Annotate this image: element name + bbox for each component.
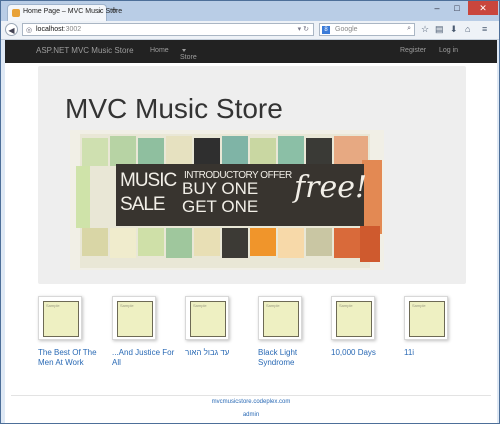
album-thumbnail[interactable]: Sample	[112, 296, 156, 340]
jumbotron: MVC Music Store MUSIC SALE INTRODUCTORY …	[38, 66, 466, 284]
banner-free-text: free!	[294, 170, 368, 205]
tab-close-icon[interactable]: ×	[97, 7, 102, 16]
album-thumbnail[interactable]: Sample	[404, 296, 448, 340]
album-title-link[interactable]: 10,000 Days	[331, 348, 401, 358]
album-thumbnail[interactable]: Sample	[38, 296, 82, 340]
footer-site-link[interactable]: mvcmusicstore.codeplex.com	[5, 399, 497, 405]
nav-login-link[interactable]: Log in	[439, 47, 458, 54]
album-thumbnail[interactable]: Sample	[258, 296, 302, 340]
back-button[interactable]: ◀	[5, 23, 18, 36]
banner-get-one-text: GET ONE	[182, 197, 259, 216]
caret-down-icon	[182, 48, 186, 52]
maximize-button[interactable]: □	[447, 1, 467, 15]
site-brand-link[interactable]: ASP.NET MVC Music Store	[36, 46, 134, 55]
album-title-link[interactable]: Black Light Syndrome	[258, 348, 328, 368]
download-icon[interactable]: ⬇	[450, 24, 458, 35]
banner-buy-one-text: BUY ONE	[182, 179, 259, 198]
nav-store-dropdown[interactable]: Store	[180, 47, 197, 61]
star-icon[interactable]: ☆	[421, 24, 429, 35]
globe-icon: ◎	[26, 27, 33, 34]
nav-home-link[interactable]: Home	[150, 47, 169, 54]
reload-icon[interactable]: ▾ ↻	[298, 25, 309, 33]
url-text: localhost:3002	[36, 26, 82, 33]
clipboard-icon[interactable]: ▤	[435, 24, 444, 35]
menu-icon[interactable]: ≡	[482, 24, 487, 34]
offer-panel: MUSIC SALE INTRODUCTORY OFFER BUY ONE GE…	[116, 164, 368, 226]
promo-banner: MUSIC SALE INTRODUCTORY OFFER BUY ONE GE…	[70, 130, 384, 270]
banner-music-text: MUSIC	[120, 170, 177, 191]
footer-divider	[11, 395, 491, 396]
close-window-button[interactable]: ✕	[468, 1, 498, 15]
favicon-icon	[12, 9, 20, 17]
search-engine-icon[interactable]: 8	[322, 26, 330, 34]
search-box[interactable]: 8 Google ⌕	[319, 23, 415, 36]
search-icon[interactable]: ⌕	[407, 25, 411, 33]
footer-admin-link[interactable]: admin	[5, 412, 497, 418]
search-placeholder: Google	[335, 26, 358, 33]
album-title-link[interactable]: The Best Of The Men At Work	[38, 348, 108, 368]
browser-toolbar: ◀ ◎ localhost:3002 ▾ ↻ 8 Google ⌕ ☆ ▤ ⬇ …	[1, 21, 499, 40]
album-title-link[interactable]: 11i	[404, 348, 474, 358]
album-thumbnail[interactable]: Sample	[185, 296, 229, 340]
site-navbar: ASP.NET MVC Music Store Home Store Regis…	[5, 40, 497, 63]
browser-window: Home Page – MVC Music Store × + – □ ✕ ◀ …	[0, 0, 500, 424]
page-heading: MVC Music Store	[65, 93, 283, 124]
web-page: ASP.NET MVC Music Store Home Store Regis…	[5, 40, 497, 423]
address-bar[interactable]: ◎ localhost:3002 ▾ ↻	[22, 23, 314, 36]
home-icon[interactable]: ⌂	[465, 24, 470, 34]
minimize-button[interactable]: –	[427, 1, 447, 15]
album-title-link[interactable]: ...And Justice For All	[112, 348, 182, 368]
album-thumbnail[interactable]: Sample	[331, 296, 375, 340]
tab-home-page[interactable]: Home Page – MVC Music Store ×	[7, 4, 122, 21]
tab-strip: Home Page – MVC Music Store × + – □ ✕	[1, 1, 499, 21]
banner-sale-text: SALE	[120, 194, 166, 215]
album-title-link[interactable]: עד גבול האור	[185, 348, 255, 358]
nav-register-link[interactable]: Register	[400, 47, 426, 54]
tab-title: Home Page – MVC Music Store	[23, 8, 123, 15]
new-tab-button[interactable]: +	[111, 5, 117, 16]
